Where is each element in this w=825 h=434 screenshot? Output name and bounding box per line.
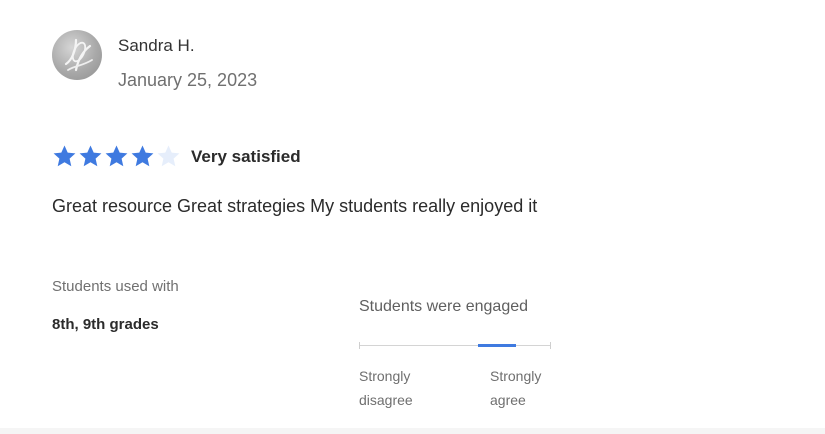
- engagement-high-label-line1: Strongly: [490, 368, 542, 384]
- star-filled-icon: [52, 144, 77, 170]
- students-used-with-label: Students used with: [52, 278, 179, 295]
- card-bottom-divider: [0, 428, 825, 434]
- engagement-low-label: Strongly disagree: [359, 364, 413, 412]
- engagement-low-label-line2: disagree: [359, 392, 413, 408]
- engagement-scale-selected-segment: [478, 344, 516, 347]
- engagement-scale-track: [359, 345, 551, 346]
- engagement-label: Students were engaged: [359, 298, 529, 315]
- avatar-leaf-icon: [64, 38, 93, 72]
- review-date: January 25, 2023: [118, 70, 258, 90]
- review-text: Great resource Great strategies My stude…: [52, 196, 538, 216]
- star-rating: [52, 144, 181, 170]
- star-filled-icon: [104, 144, 129, 170]
- reviewer-name: Sandra H.: [118, 36, 195, 55]
- satisfaction-label: Very satisfied: [191, 147, 301, 166]
- engagement-high-label-line2: agree: [490, 392, 526, 408]
- engagement-high-label: Strongly agree: [490, 364, 541, 412]
- engagement-scale-start-tick: [359, 342, 360, 349]
- students-used-with-value: 8th, 9th grades: [52, 316, 159, 333]
- star-filled-icon: [130, 144, 155, 170]
- star-empty-icon: [156, 144, 181, 170]
- star-filled-icon: [78, 144, 103, 170]
- engagement-scale-end-tick: [550, 342, 551, 349]
- engagement-low-label-line1: Strongly: [359, 368, 411, 384]
- engagement-scale: [359, 340, 551, 352]
- reviewer-avatar: [52, 30, 102, 80]
